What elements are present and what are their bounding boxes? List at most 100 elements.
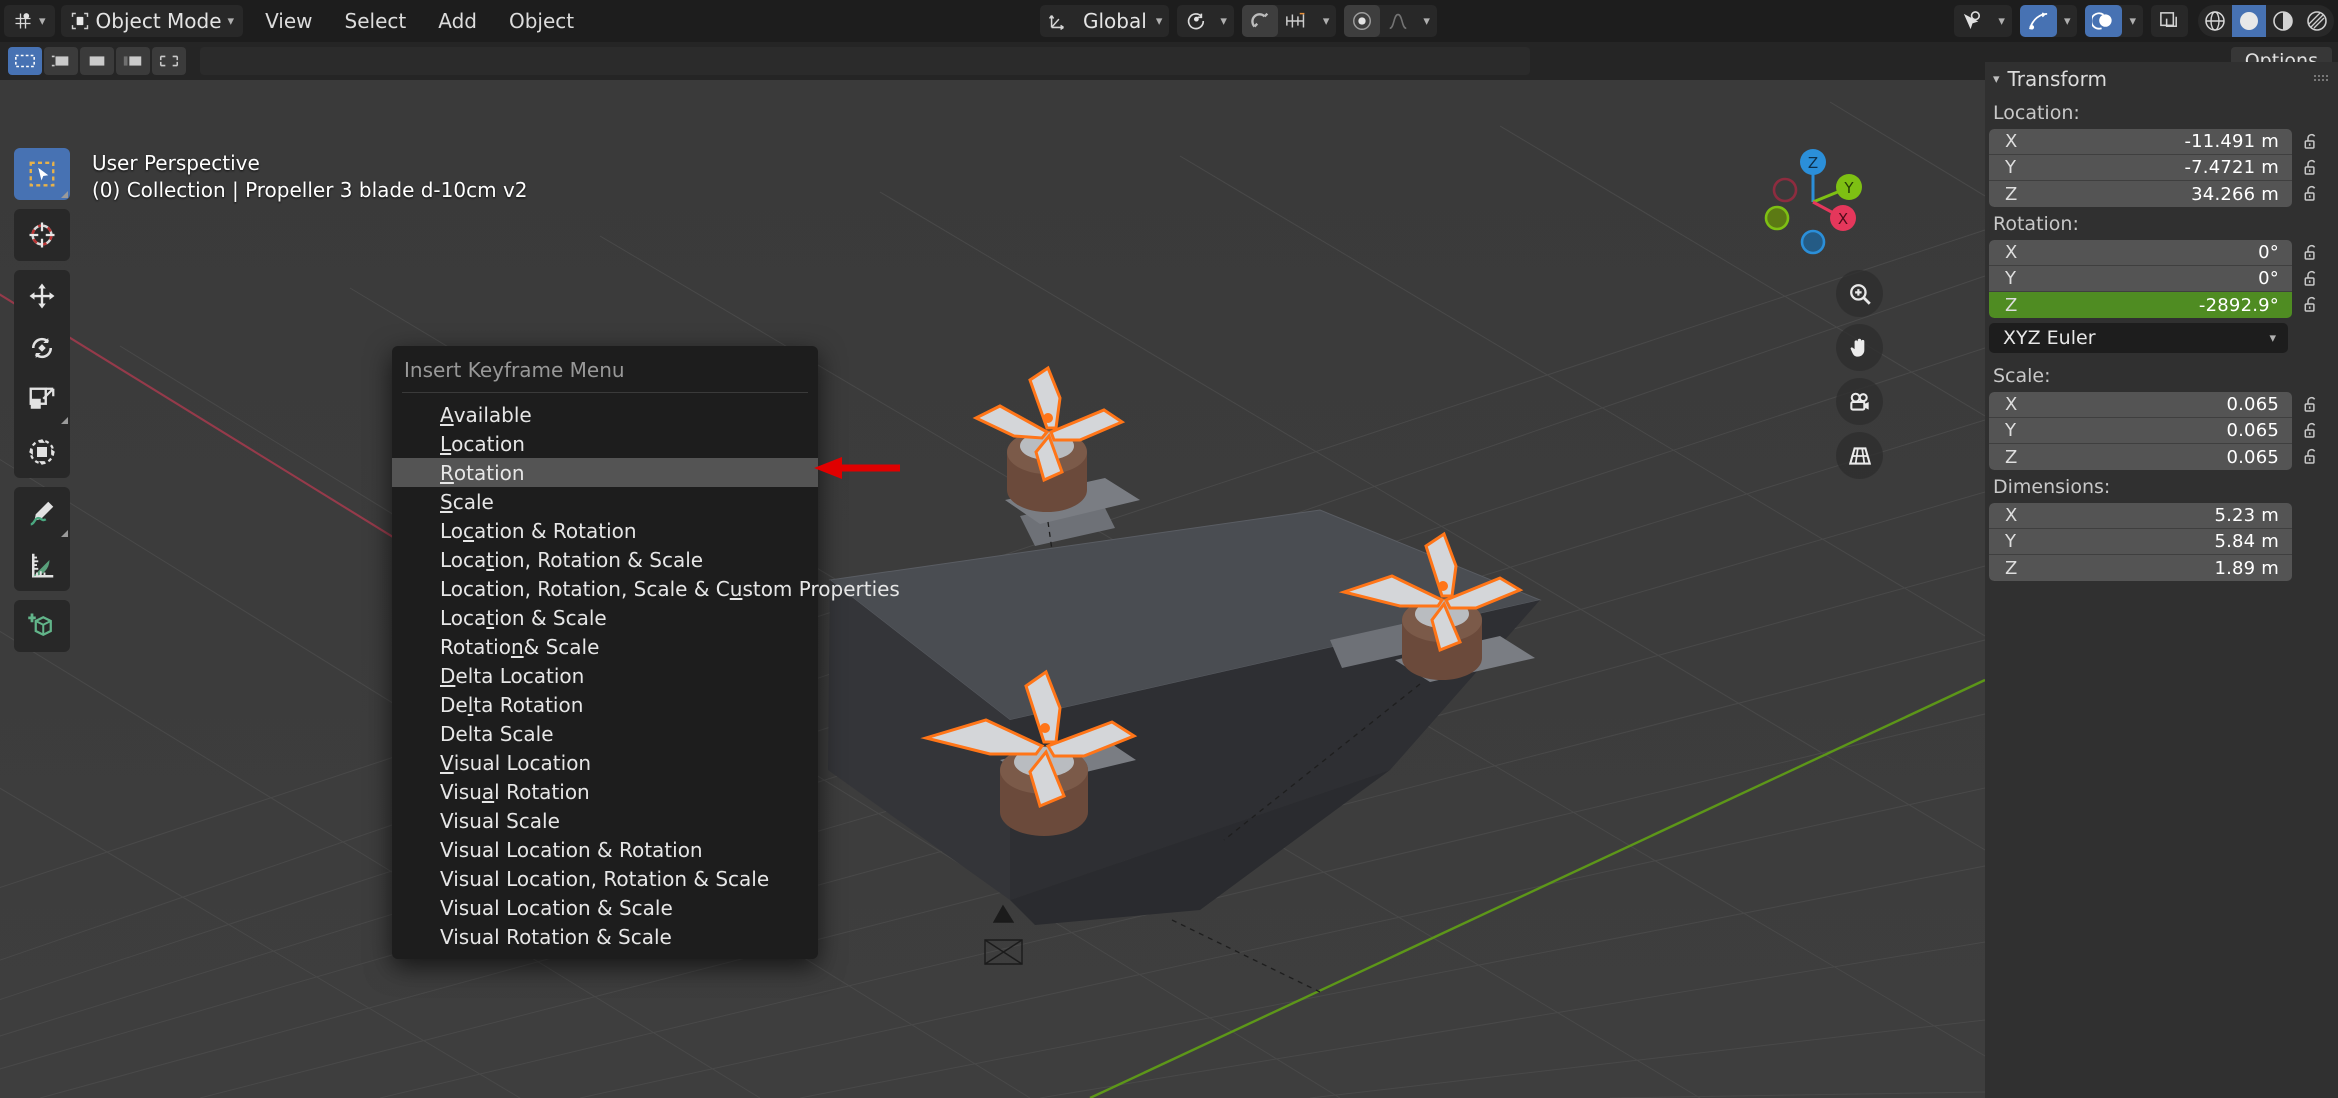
keyframe-menu-item[interactable]: Loca t ion & Scale [392,603,818,632]
proportional-editing-toggle[interactable] [1344,5,1381,37]
annotate-tool-button[interactable] [14,487,70,539]
rotate-tool-button[interactable] [14,322,70,374]
viewport-toolbar[interactable] [14,148,70,661]
lock-scale-x-button[interactable] [2292,395,2332,415]
add-cube-tool-button[interactable] [14,600,70,652]
measure-tool-button[interactable] [14,539,70,591]
menu-object[interactable]: Object [493,5,590,37]
keyframe-menu-item[interactable]: Visual Rotation & Scale [392,922,818,951]
xray-group[interactable]: ▾ [2085,5,2143,37]
3d-viewport[interactable]: User Perspective (0) Collection | Propel… [0,80,1985,1098]
keyframe-menu-item[interactable]: Location, Rotation, Scale & Custom Prope… [392,574,900,603]
keyframe-menu-item[interactable]: Loca t ion, Rotation & Scale [392,545,818,574]
menu-add[interactable]: Add [422,5,493,37]
keyframe-menu-item[interactable]: Visual Scale [392,806,818,835]
insert-keyframe-menu[interactable]: Insert Keyframe Menu Available Location Ro… [392,346,900,959]
scale-tool-button[interactable] [14,374,70,426]
box-select-button[interactable] [44,47,78,75]
transform-panel-header[interactable]: ▾ Transform [1985,62,2338,96]
transform-orientation-group[interactable]: Global ▾ [1040,5,1170,37]
falloff-dropdown[interactable]: ▾ [1416,5,1437,37]
toggle-xray-group[interactable] [2151,5,2188,37]
lock-location-x-button[interactable] [2292,132,2332,152]
snap-dropdown[interactable]: ▾ [1316,5,1337,37]
falloff-curve-button[interactable] [1380,5,1416,37]
show-overlays-dropdown[interactable]: ▾ [2057,5,2078,37]
keyframe-menu-item[interactable]: Delta Scale [392,719,818,748]
show-overlays-group[interactable]: ▾ [2019,5,2078,37]
select-extend-button[interactable] [152,47,186,75]
proportional-editing-group[interactable]: ▾ [1344,5,1437,37]
location-x-field[interactable]: X -11.491 m [1989,129,2292,155]
snap-group[interactable]: ▾ [1241,5,1337,37]
lock-scale-y-button[interactable] [2292,421,2332,441]
tweak-select-button[interactable] [8,47,42,75]
zoom-button[interactable] [1836,270,1883,317]
keyframe-menu-item[interactable]: Visual Location, Rotation & Scale [392,864,818,893]
menu-view[interactable]: View [249,5,328,37]
pivot-point-button[interactable] [1177,5,1213,37]
editor-type-selector[interactable]: ▾ [4,5,55,37]
keyframe-menu-item[interactable]: Visual Location [392,748,818,777]
transform-orientation-icon-cell[interactable] [1040,5,1076,37]
snap-increment-button[interactable] [1278,5,1316,37]
camera-view-button[interactable] [1836,378,1883,425]
menu-select[interactable]: Select [329,5,423,37]
keyframe-menu-item[interactable]: Available [392,400,818,429]
location-z-field[interactable]: Z 34.266 m [1989,181,2292,207]
pivot-point-dropdown[interactable]: ▾ [1213,5,1234,37]
viewport-nav-buttons[interactable] [1836,270,1883,479]
keyframe-menu-item[interactable]: Visual Location & Scale [392,893,818,922]
cursor-tool-button[interactable] [14,209,70,261]
keyframe-menu-item[interactable]: Location [392,429,818,458]
show-gizmo-group[interactable]: ▾ [1954,5,2012,37]
show-gizmo-dropdown[interactable]: ▾ [1991,5,2012,37]
location-y-field[interactable]: Y -7.4721 m [1989,155,2292,181]
rotation-x-field[interactable]: X 0° [1989,240,2292,266]
lock-rotation-y-button[interactable] [2292,269,2332,289]
lock-scale-z-button[interactable] [2292,447,2332,467]
toggle-xray-button[interactable] [2151,5,2188,37]
select-mode-group[interactable] [8,47,186,75]
viewport-shading-group[interactable] [2198,5,2334,37]
dimensions-x-field[interactable]: X 5.23 m [1989,503,2292,529]
rotation-mode-dropdown[interactable]: XYZ Euler ▾ [1989,323,2288,353]
tweak-tool-button[interactable] [14,148,70,200]
show-overlays-button[interactable] [2019,5,2057,37]
scale-y-field[interactable]: Y 0.065 [1989,418,2292,444]
keyframe-menu-item[interactable]: Scale [392,487,818,516]
grip-dots-icon[interactable] [2314,73,2330,85]
transform-orientation-dropdown[interactable]: ▾ [1149,5,1170,37]
rotation-z-field[interactable]: Z -2892.9° [1989,292,2292,318]
shading-material-button[interactable] [2266,5,2300,37]
lock-rotation-z-button[interactable] [2292,295,2332,315]
keyframe-menu-item[interactable]: De l ta Rotation [392,690,818,719]
pivot-point-group[interactable]: ▾ [1177,5,1234,37]
keyframe-menu-item[interactable]: Visual Location & Rotation [392,835,818,864]
snap-toggle-button[interactable] [1241,5,1278,37]
lock-rotation-x-button[interactable] [2292,243,2332,263]
transform-orientation-value[interactable]: Global [1076,5,1149,37]
lock-location-y-button[interactable] [2292,158,2332,178]
keyframe-menu-item[interactable]: Delta Location [392,661,818,690]
shading-solid-button[interactable] [2232,5,2266,37]
pan-button[interactable] [1836,324,1883,371]
show-gizmo-button[interactable] [1954,5,1991,37]
dimensions-z-field[interactable]: Z 1.89 m [1989,555,2292,581]
transform-tool-button[interactable] [14,426,70,478]
keyframe-menu-item[interactable]: Rotatio n & Scale [392,632,818,661]
tool-settings-field[interactable] [200,47,1530,75]
keyframe-menu-item[interactable]: Rotation [392,458,818,487]
keyframe-menu-item[interactable]: Visu a l Rotation [392,777,818,806]
shading-rendered-button[interactable] [2300,5,2334,37]
lock-location-z-button[interactable] [2292,184,2332,204]
xray-dropdown[interactable]: ▾ [2122,5,2143,37]
circle-select-button[interactable] [80,47,114,75]
lasso-select-button[interactable] [116,47,150,75]
dimensions-y-field[interactable]: Y 5.84 m [1989,529,2292,555]
shading-wireframe-button[interactable] [2198,5,2232,37]
rotation-y-field[interactable]: Y 0° [1989,266,2292,292]
toggle-perspective-button[interactable] [1836,432,1883,479]
move-tool-button[interactable] [14,270,70,322]
navigation-gizmo[interactable]: Z Y X [1753,142,1873,262]
